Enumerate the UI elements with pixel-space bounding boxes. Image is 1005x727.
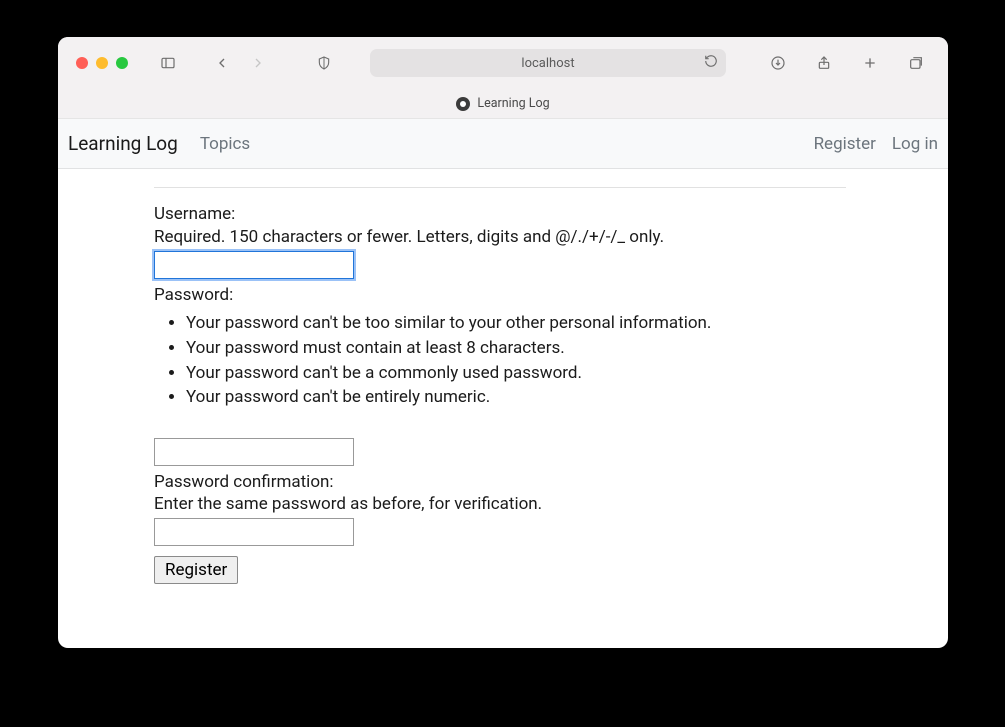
nav-login[interactable]: Log in (892, 134, 938, 154)
password-rule: Your password can't be entirely numeric. (186, 385, 846, 410)
password-confirmation-label: Password confirmation: (154, 470, 846, 495)
divider (154, 187, 846, 188)
password-rule: Your password can't be a commonly used p… (186, 361, 846, 386)
back-button[interactable] (208, 50, 236, 76)
toolbar-right (764, 50, 930, 76)
forward-button[interactable] (244, 50, 272, 76)
window-controls (76, 57, 128, 69)
privacy-shield-icon[interactable] (310, 50, 338, 76)
username-label: Username: (154, 202, 846, 227)
tab-favicon-icon (456, 97, 470, 111)
tab-overview-icon[interactable] (902, 50, 930, 76)
share-icon[interactable] (810, 50, 838, 76)
app-navbar: Learning Log Topics Register Log in (58, 119, 948, 169)
address-bar-text: localhost (521, 56, 574, 71)
downloads-icon[interactable] (764, 50, 792, 76)
new-tab-icon[interactable] (856, 50, 884, 76)
close-window-button[interactable] (76, 57, 88, 69)
username-help-text: Required. 150 characters or fewer. Lette… (154, 227, 846, 247)
password-confirmation-input[interactable] (154, 518, 354, 546)
nav-topics[interactable]: Topics (200, 134, 250, 154)
fullscreen-window-button[interactable] (116, 57, 128, 69)
page-content: Username: Required. 150 characters or fe… (58, 169, 948, 584)
tab-title[interactable]: Learning Log (477, 96, 549, 111)
password-input[interactable] (154, 438, 354, 466)
minimize-window-button[interactable] (96, 57, 108, 69)
browser-window: localhost Learning Log Learning Log Top (58, 37, 948, 648)
brand-link[interactable]: Learning Log (68, 132, 178, 155)
register-button[interactable]: Register (154, 556, 238, 584)
tab-strip: Learning Log (58, 89, 948, 119)
titlebar: localhost (58, 37, 948, 89)
password-rules-list: Your password can't be too similar to yo… (154, 311, 846, 410)
username-input[interactable] (154, 251, 354, 279)
address-bar[interactable]: localhost (370, 49, 726, 77)
sidebar-toggle-icon[interactable] (154, 50, 182, 76)
password-label: Password: (154, 283, 846, 308)
reload-icon[interactable] (704, 54, 718, 72)
password-rule: Your password must contain at least 8 ch… (186, 336, 846, 361)
password-confirmation-help: Enter the same password as before, for v… (154, 494, 846, 514)
nav-register[interactable]: Register (814, 134, 876, 154)
password-rule: Your password can't be too similar to yo… (186, 311, 846, 336)
